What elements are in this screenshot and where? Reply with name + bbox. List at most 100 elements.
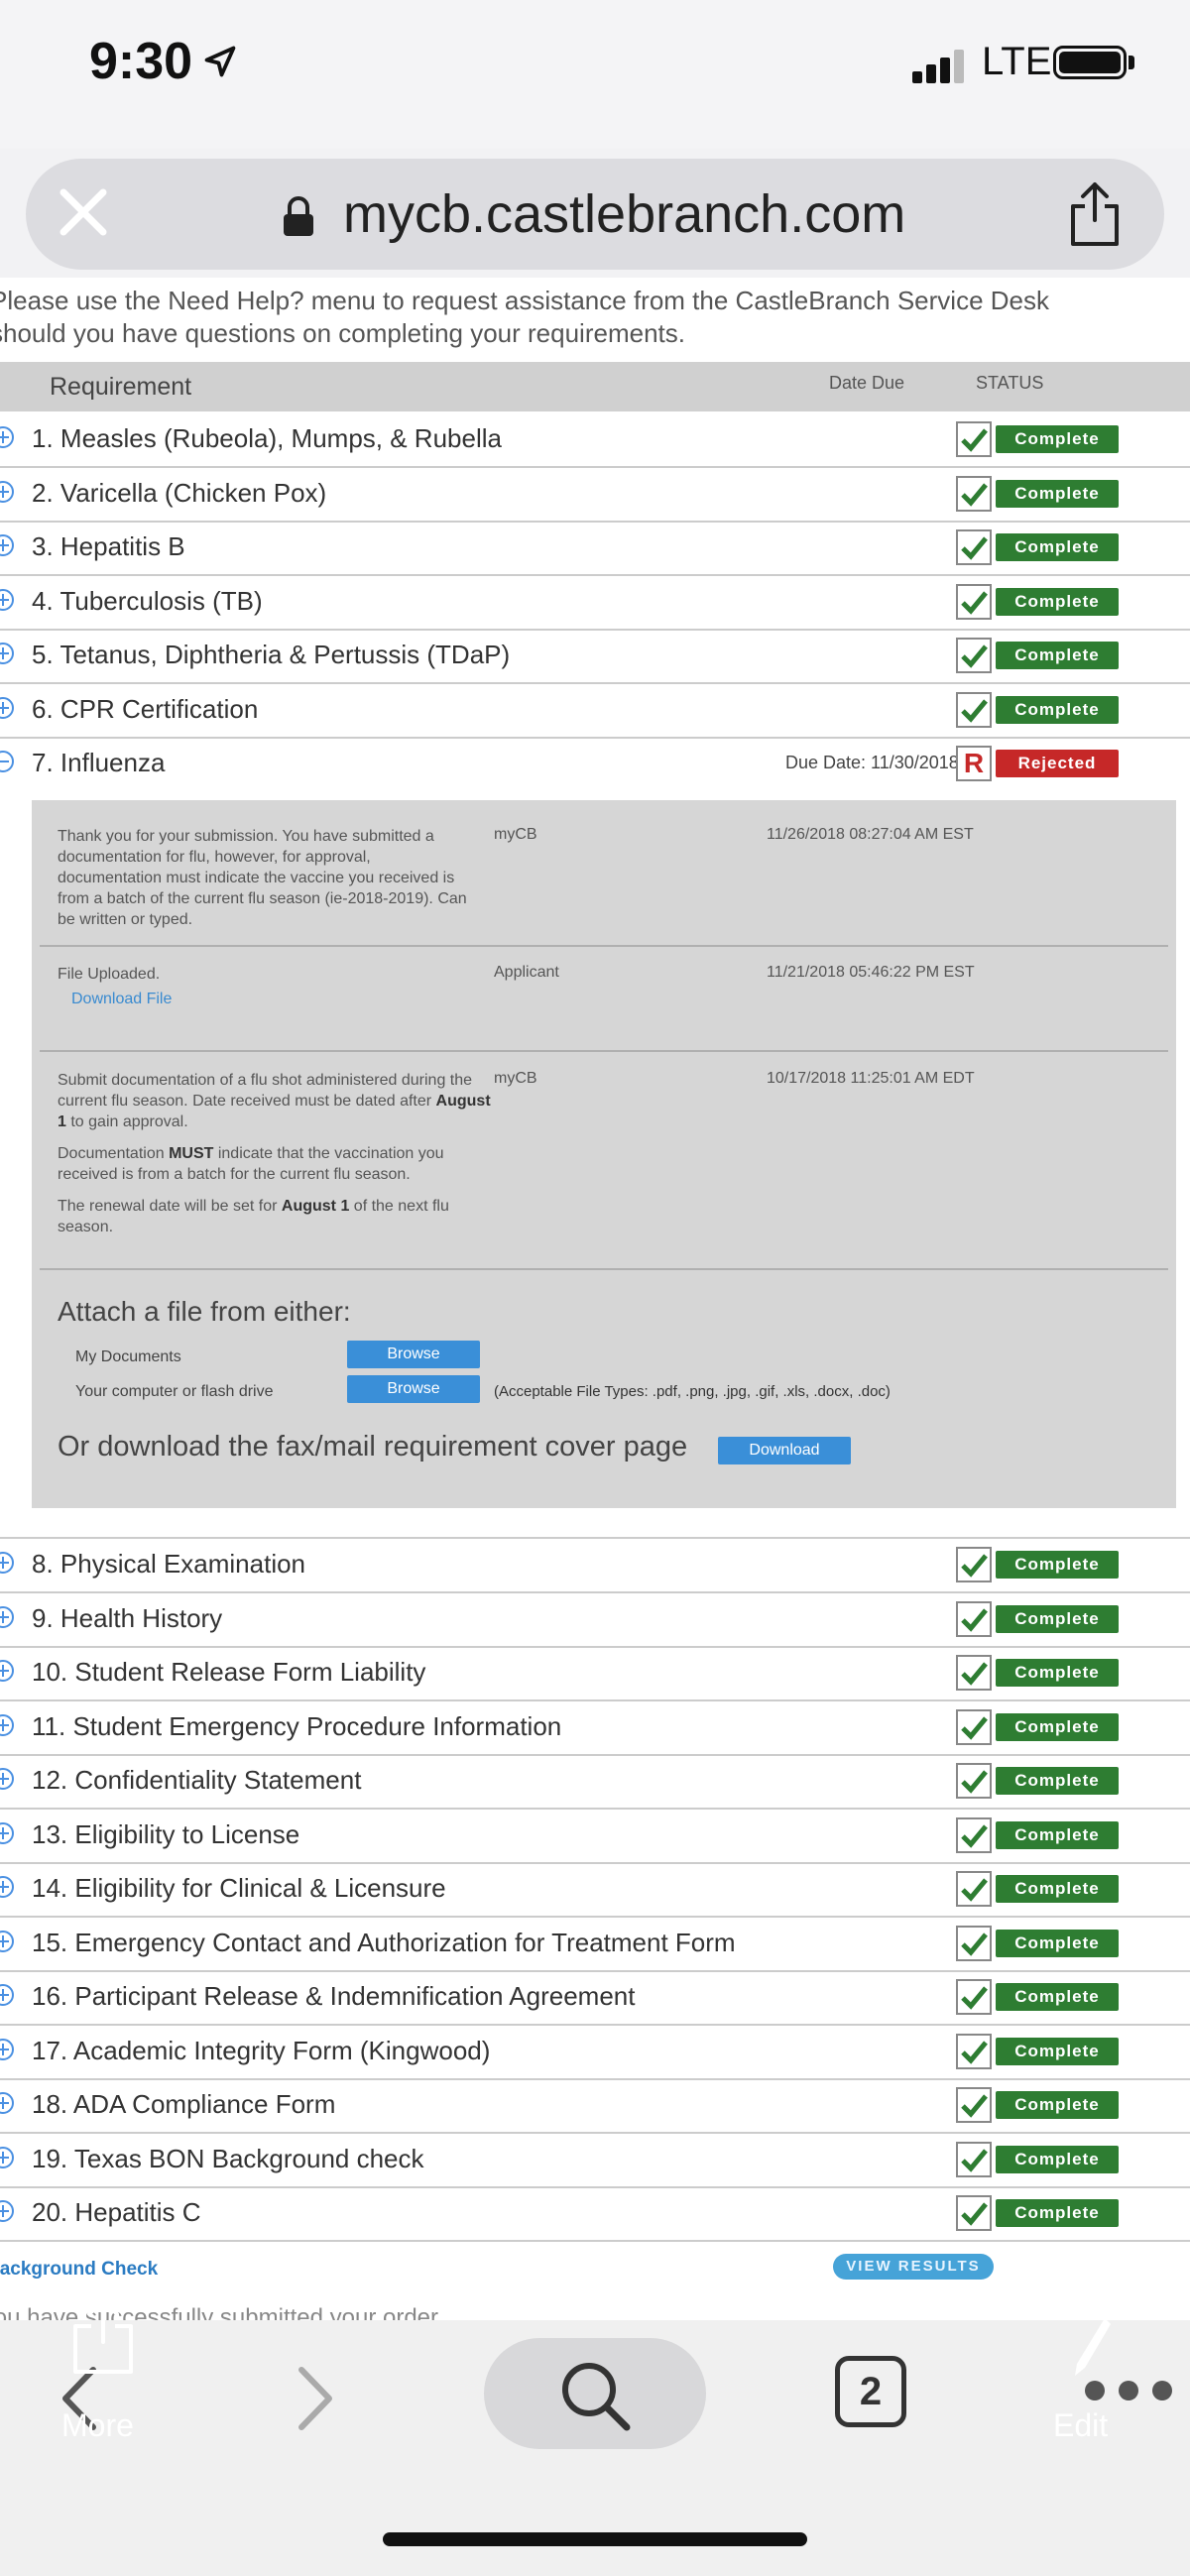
fax-mail-text: Or download the fax/mail requirement cov…	[58, 1431, 688, 1463]
requirement-label[interactable]: 15. Emergency Contact and Authorization …	[32, 1928, 736, 1958]
history-timestamp: 10/17/2018 11:25:01 AM EDT	[767, 1070, 975, 1087]
collapse-icon[interactable]	[0, 751, 14, 772]
requirement-label[interactable]: 17. Academic Integrity Form (Kingwood)	[32, 2036, 490, 2066]
requirement-row-influenza[interactable]: 7. Influenza Due Date: 11/30/2018 R Rejec…	[0, 738, 1190, 790]
requirement-row[interactable]: 6. CPR Certification Complete	[0, 684, 1190, 739]
requirement-row[interactable]: 5. Tetanus, Diphtheria & Pertussis (TDaP…	[0, 630, 1190, 684]
expand-icon[interactable]	[0, 481, 14, 503]
requirement-label[interactable]: 11. Student Emergency Procedure Informat…	[32, 1711, 561, 1742]
expand-icon[interactable]	[0, 534, 14, 556]
intro-text: Please use the Need Help? menu to reques…	[0, 285, 1049, 350]
requirement-label[interactable]: 1. Measles (Rubeola), Mumps, & Rubella	[32, 423, 502, 454]
forward-icon[interactable]	[296, 2364, 335, 2433]
expand-icon[interactable]	[0, 1606, 14, 1628]
requirement-row[interactable]: 8. Physical Examination Complete	[0, 1539, 1190, 1593]
status-badge: Complete	[956, 584, 1119, 620]
requirement-row[interactable]: 16. Participant Release & Indemnificatio…	[0, 1971, 1190, 2026]
status-text: Rejected	[996, 750, 1119, 777]
requirement-label[interactable]: 14. Eligibility for Clinical & Licensure	[32, 1873, 446, 1904]
requirement-label[interactable]: 16. Participant Release & Indemnificatio…	[32, 1981, 635, 2012]
expand-icon[interactable]	[0, 1822, 14, 1844]
requirement-label[interactable]: 12. Confidentiality Statement	[32, 1765, 361, 1796]
requirement-label[interactable]: 8. Physical Examination	[32, 1549, 305, 1580]
expand-icon[interactable]	[0, 1876, 14, 1898]
requirement-label[interactable]: 13. Eligibility to License	[32, 1819, 299, 1850]
expand-icon[interactable]	[0, 1660, 14, 1682]
expand-icon[interactable]	[0, 1984, 14, 2006]
tabs-button[interactable]: 2	[835, 2356, 906, 2427]
more-dots-icon[interactable]	[1081, 2376, 1176, 2405]
status-badge: Complete	[956, 529, 1119, 565]
background-check-link[interactable]: Background Check	[0, 2259, 158, 2281]
requirement-row[interactable]: 20. Hepatitis C Complete	[0, 2187, 1190, 2242]
expand-icon[interactable]	[0, 2092, 14, 2114]
status-text: Complete	[996, 1821, 1119, 1849]
share-icon[interactable]	[1067, 180, 1123, 248]
status-text: Complete	[996, 1659, 1119, 1687]
expand-icon[interactable]	[0, 1714, 14, 1736]
status-badge: Complete	[956, 638, 1119, 673]
header-date-due: Date Due	[829, 373, 905, 393]
requirement-label[interactable]: 9. Health History	[32, 1603, 222, 1634]
requirement-row[interactable]: 17. Academic Integrity Form (Kingwood) C…	[0, 2026, 1190, 2080]
requirement-label[interactable]: 20. Hepatitis C	[32, 2197, 201, 2228]
expand-icon[interactable]	[0, 1552, 14, 1574]
requirement-row[interactable]: 11. Student Emergency Procedure Informat…	[0, 1701, 1190, 1756]
requirement-row[interactable]: 15. Emergency Contact and Authorization …	[0, 1918, 1190, 1972]
requirement-row[interactable]: 10. Student Release Form Liability Compl…	[0, 1647, 1190, 1701]
edit-label[interactable]: Edit	[1053, 2407, 1108, 2444]
status-badge: Complete	[956, 1763, 1119, 1799]
requirement-row[interactable]: 12. Confidentiality Statement Complete	[0, 1755, 1190, 1810]
requirement-label[interactable]: 7. Influenza	[32, 748, 165, 778]
status-text: Complete	[996, 642, 1119, 669]
download-cover-page-button[interactable]: Download	[718, 1437, 851, 1464]
browse-my-documents-button[interactable]: Browse	[347, 1341, 480, 1368]
expand-icon[interactable]	[0, 643, 14, 664]
history-author: myCB	[494, 1070, 537, 1087]
requirement-row[interactable]: 13. Eligibility to License Complete	[0, 1810, 1190, 1864]
requirement-label[interactable]: 4. Tuberculosis (TB)	[32, 586, 263, 617]
status-badge: Complete	[956, 1926, 1119, 1961]
more-label[interactable]: More	[61, 2407, 134, 2444]
expand-icon[interactable]	[0, 697, 14, 719]
requirement-row[interactable]: 4. Tuberculosis (TB) Complete	[0, 576, 1190, 631]
url-text[interactable]: mycb.castlebranch.com	[343, 183, 905, 245]
search-icon[interactable]	[555, 2356, 635, 2435]
requirement-row[interactable]: 1. Measles (Rubeola), Mumps, & Rubella C…	[0, 413, 1190, 468]
expand-icon[interactable]	[0, 2039, 14, 2060]
instruction-paragraph: Submit documentation of a flu shot admin…	[58, 1072, 491, 1130]
expand-icon[interactable]	[0, 426, 14, 448]
requirement-label[interactable]: 18. ADA Compliance Form	[32, 2089, 335, 2120]
status-text: Complete	[996, 1605, 1119, 1633]
requirement-row[interactable]: 14. Eligibility for Clinical & Licensure…	[0, 1863, 1190, 1918]
requirement-label[interactable]: 6. CPR Certification	[32, 694, 258, 725]
status-badge: Complete	[956, 2034, 1119, 2069]
requirement-row[interactable]: 9. Health History Complete	[0, 1593, 1190, 1648]
expand-icon[interactable]	[0, 2200, 14, 2222]
view-results-button[interactable]: VIEW RESULTS	[833, 2254, 994, 2280]
requirement-label[interactable]: 5. Tetanus, Diphtheria & Pertussis (TDaP…	[32, 640, 510, 670]
download-file-link[interactable]: Download File	[71, 991, 172, 1008]
expand-icon[interactable]	[0, 1768, 14, 1790]
expand-icon[interactable]	[0, 2147, 14, 2168]
checkmark-icon	[956, 1871, 992, 1907]
browse-computer-button[interactable]: Browse	[347, 1375, 480, 1403]
expand-icon[interactable]	[0, 589, 14, 611]
requirement-row[interactable]: 19. Texas BON Background check Complete	[0, 2134, 1190, 2188]
requirement-label[interactable]: 10. Student Release Form Liability	[32, 1657, 425, 1688]
requirement-row[interactable]: 3. Hepatitis B Complete	[0, 522, 1190, 576]
requirement-label[interactable]: 3. Hepatitis B	[32, 531, 185, 562]
close-icon[interactable]	[54, 182, 113, 242]
requirement-row[interactable]: 18. ADA Compliance Form Complete	[0, 2079, 1190, 2134]
requirement-label[interactable]: 19. Texas BON Background check	[32, 2144, 424, 2174]
status-text: Complete	[996, 425, 1119, 453]
pencil-icon[interactable]	[1069, 2314, 1113, 2380]
expand-icon[interactable]	[0, 1931, 14, 1952]
status-text: Complete	[996, 1767, 1119, 1795]
requirement-row[interactable]: 2. Varicella (Chicken Pox) Complete	[0, 468, 1190, 523]
checkmark-icon	[956, 1655, 992, 1691]
status-badge: Complete	[956, 476, 1119, 512]
share-overlay-icon[interactable]	[67, 2296, 139, 2376]
intro-line: should you have questions on completing …	[0, 318, 685, 348]
requirement-label[interactable]: 2. Varicella (Chicken Pox)	[32, 478, 326, 509]
